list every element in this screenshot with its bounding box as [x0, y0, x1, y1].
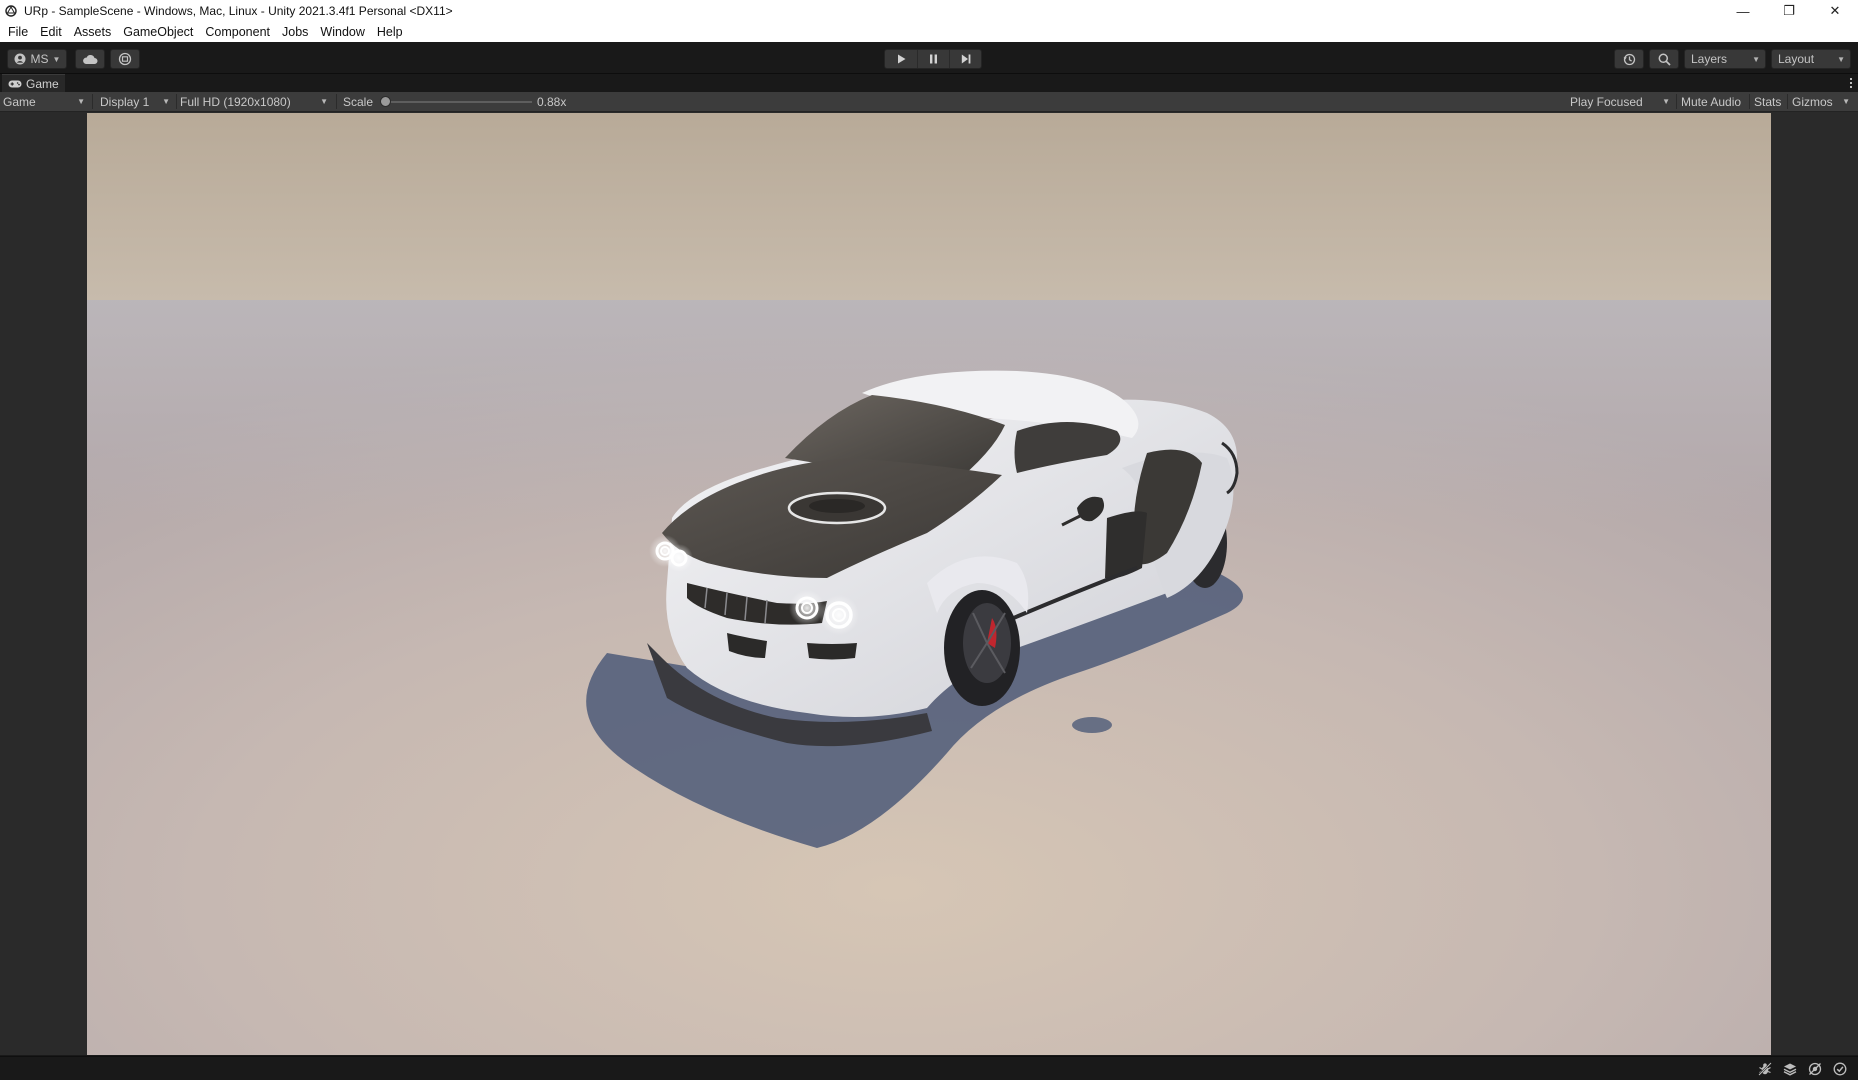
history-button[interactable]	[1614, 49, 1644, 69]
scale-slider-track[interactable]	[386, 101, 532, 103]
menu-window[interactable]: Window	[314, 22, 370, 42]
checkmark-circle-icon[interactable]	[1832, 1062, 1848, 1076]
play-mode-label: Play Focused	[1570, 94, 1643, 109]
collab-icon	[118, 52, 132, 66]
separator	[1749, 94, 1750, 109]
unity-logo-icon	[4, 4, 18, 18]
display-dropdown[interactable]: Display 1 ▼	[100, 92, 174, 111]
menu-assets[interactable]: Assets	[68, 22, 118, 42]
window-title: URp - SampleScene - Windows, Mac, Linux …	[24, 4, 453, 18]
minimize-icon: —	[1736, 3, 1750, 19]
menu-bar: File Edit Assets GameObject Component Jo…	[0, 22, 1858, 42]
menu-file[interactable]: File	[4, 22, 34, 42]
close-button[interactable]: ✕	[1812, 0, 1858, 22]
account-icon	[14, 53, 26, 65]
restore-button[interactable]: ❐	[1766, 0, 1812, 22]
restore-icon: ❐	[1783, 3, 1795, 18]
playmode-controls	[884, 49, 982, 69]
separator	[92, 94, 93, 109]
separator	[1787, 94, 1788, 109]
stats-toggle[interactable]: Stats	[1754, 92, 1781, 111]
chevron-down-icon: ▼	[1662, 97, 1670, 106]
account-label: MS	[30, 52, 49, 66]
pause-icon	[929, 54, 938, 64]
menu-edit[interactable]: Edit	[34, 22, 68, 42]
cloud-icon	[82, 54, 98, 65]
game-viewport[interactable]	[87, 113, 1771, 1055]
chevron-down-icon: ▼	[162, 97, 170, 106]
chevron-down-icon: ▼	[52, 54, 61, 64]
chevron-down-icon: ▼	[1842, 97, 1850, 106]
layers-label: Layers	[1691, 52, 1728, 66]
close-icon: ✕	[1829, 3, 1841, 18]
tab-game-label: Game	[26, 76, 59, 91]
gizmos-dropdown[interactable]: ▼	[1838, 92, 1852, 111]
search-icon	[1658, 53, 1671, 66]
view-mode-label: Game	[3, 94, 36, 109]
mute-audio-toggle[interactable]: Mute Audio	[1681, 92, 1741, 111]
chevron-down-icon: ▼	[1837, 54, 1845, 64]
sky	[87, 113, 1771, 300]
side-vent	[1105, 511, 1147, 579]
game-render	[87, 113, 1771, 1055]
gizmos-toggle[interactable]: Gizmos	[1792, 92, 1833, 111]
status-bar	[0, 1056, 1858, 1080]
game-view-toolbar: Game ▼ Display 1 ▼ Full HD (1920x1080) ▼…	[0, 92, 1858, 112]
menu-jobs[interactable]: Jobs	[276, 22, 314, 42]
chevron-down-icon: ▼	[1752, 54, 1760, 64]
minimize-button[interactable]: —	[1720, 0, 1766, 22]
chevron-down-icon: ▼	[320, 97, 328, 106]
account-dropdown[interactable]: MS ▼	[7, 49, 67, 69]
resolution-dropdown[interactable]: Full HD (1920x1080) ▼	[180, 92, 332, 111]
cloud-button[interactable]	[75, 49, 105, 69]
menu-component[interactable]: Component	[199, 22, 276, 42]
more-options-icon[interactable]	[1846, 75, 1856, 91]
hood-scoop-inner	[809, 499, 865, 513]
play-focused-dropdown[interactable]: Play Focused ▼	[1570, 92, 1674, 111]
pause-button[interactable]	[917, 50, 949, 68]
layout-dropdown[interactable]: Layout ▼	[1771, 49, 1851, 69]
scale-label: Scale	[343, 94, 374, 109]
gamepad-icon	[8, 79, 22, 89]
network-off-icon[interactable]	[1807, 1062, 1823, 1076]
view-mode-dropdown[interactable]: Game ▼	[3, 92, 89, 111]
tab-game[interactable]: Game	[2, 74, 65, 92]
tab-bar: Game	[0, 74, 1858, 92]
chevron-down-icon: ▼	[77, 97, 85, 106]
separator	[336, 94, 337, 109]
mirror-shadow	[1072, 717, 1112, 733]
step-icon	[961, 54, 971, 64]
layers-stack-icon[interactable]	[1782, 1062, 1798, 1076]
bumper-intake	[807, 643, 857, 660]
play-icon	[897, 54, 906, 64]
layers-dropdown[interactable]: Layers ▼	[1684, 49, 1766, 69]
step-button[interactable]	[949, 50, 981, 68]
main-toolbar: MS ▼ Layers ▼ Layout ▼	[0, 42, 1858, 74]
resolution-label: Full HD (1920x1080)	[180, 94, 291, 109]
play-button[interactable]	[885, 50, 917, 68]
search-button[interactable]	[1649, 49, 1679, 69]
menu-gameobject[interactable]: GameObject	[117, 22, 199, 42]
separator	[1676, 94, 1677, 109]
separator	[176, 94, 177, 109]
scale-value: 0.88x	[537, 94, 567, 109]
collab-button[interactable]	[110, 49, 140, 69]
display-label: Display 1	[100, 94, 150, 109]
window-title-bar: URp - SampleScene - Windows, Mac, Linux …	[0, 0, 1858, 22]
scale-slider-thumb[interactable]	[380, 96, 391, 107]
menu-help[interactable]: Help	[371, 22, 409, 42]
bug-icon[interactable]	[1757, 1062, 1773, 1076]
history-icon	[1623, 53, 1636, 66]
layout-label: Layout	[1778, 52, 1815, 66]
